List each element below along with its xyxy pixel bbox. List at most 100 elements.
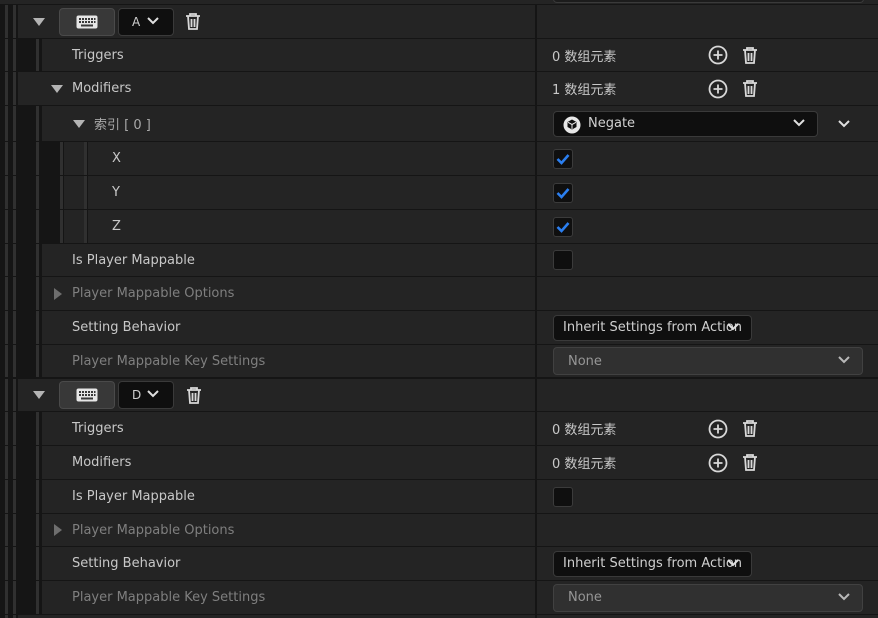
clear-triggers-button[interactable] xyxy=(739,44,761,66)
chevron-down-icon xyxy=(147,390,159,398)
mapping-header-a: A xyxy=(0,5,878,38)
add-trigger-button[interactable] xyxy=(707,44,729,66)
checkmark-icon xyxy=(556,153,570,165)
modifier-class-value: Negate xyxy=(588,116,636,131)
key-settings-dropdown[interactable]: None xyxy=(553,583,863,612)
modifier-index-label: 索引 [ 0 ] xyxy=(94,118,151,133)
trash-icon xyxy=(743,454,757,471)
triggers-row-a: Triggers 0 数组元素 xyxy=(0,39,878,71)
chevron-down-icon xyxy=(793,118,805,126)
setting-behavior-label: Setting Behavior xyxy=(72,320,181,335)
key-settings-value: None xyxy=(568,353,602,369)
remove-mapping-button[interactable] xyxy=(183,384,205,406)
is-player-mappable-row-a: Is Player Mappable xyxy=(0,244,878,276)
expand-arrow-icon[interactable] xyxy=(73,119,85,128)
setting-behavior-label: Setting Behavior xyxy=(72,556,181,571)
modifier-class-dropdown[interactable]: Negate xyxy=(553,110,818,137)
clear-modifiers-button[interactable] xyxy=(739,78,761,100)
remove-mapping-button[interactable] xyxy=(182,11,204,33)
is-player-mappable-label: Is Player Mappable xyxy=(72,489,195,504)
axis-z-checkbox[interactable] xyxy=(553,216,573,237)
axis-y-checkbox[interactable] xyxy=(553,182,573,203)
is-player-mappable-row-d: Is Player Mappable xyxy=(0,480,878,513)
expand-arrow-icon[interactable] xyxy=(51,84,63,93)
modifiers-label: Modifiers xyxy=(72,455,132,470)
trash-icon xyxy=(743,80,757,97)
plus-circle-icon xyxy=(708,453,728,472)
is-player-mappable-checkbox[interactable] xyxy=(553,250,573,270)
trash-icon xyxy=(186,13,200,30)
element-options-button[interactable] xyxy=(833,113,855,135)
previous-dropdown-remnant xyxy=(553,0,864,3)
axis-x-checkbox[interactable] xyxy=(553,148,573,169)
axis-row-x: X xyxy=(0,142,878,175)
triggers-count: 0 数组元素 xyxy=(552,49,617,65)
keyboard-key-selector-button[interactable] xyxy=(59,7,115,36)
chevron-down-icon xyxy=(838,119,850,127)
player-mappable-options-row-a: Player Mappable Options xyxy=(0,277,878,310)
player-mappable-options-label: Player Mappable Options xyxy=(72,522,235,538)
key-label: A xyxy=(132,14,141,29)
checkmark-icon xyxy=(556,187,570,199)
key-settings-label: Player Mappable Key Settings xyxy=(72,590,266,605)
trash-icon xyxy=(743,420,757,437)
modifiers-count: 1 数组元素 xyxy=(552,83,617,98)
expand-arrow-icon[interactable] xyxy=(33,391,45,399)
triggers-row-d: Triggers 0 数组元素 xyxy=(0,412,878,445)
trash-icon xyxy=(187,386,201,404)
expand-arrow-icon[interactable] xyxy=(54,287,62,300)
chevron-down-icon xyxy=(838,356,850,364)
player-mappable-options-label: Player Mappable Options xyxy=(72,286,235,301)
chevron-down-icon xyxy=(727,322,739,330)
plus-circle-icon xyxy=(708,45,728,65)
plus-circle-icon xyxy=(708,79,728,98)
key-dropdown[interactable]: D xyxy=(118,381,174,409)
is-player-mappable-label: Is Player Mappable xyxy=(72,252,195,268)
keyboard-icon xyxy=(76,388,98,402)
checkmark-icon xyxy=(556,221,570,233)
chevron-down-icon xyxy=(147,16,159,24)
player-mappable-options-row-d: Player Mappable Options xyxy=(0,514,878,546)
keyboard-key-selector-button[interactable] xyxy=(59,381,115,409)
chevron-down-icon xyxy=(727,558,739,566)
key-settings-row-a: Player Mappable Key Settings None xyxy=(0,345,878,377)
axis-label-y: Y xyxy=(112,185,120,200)
clear-triggers-button[interactable] xyxy=(739,418,761,440)
axis-label-x: X xyxy=(112,151,121,166)
triggers-label: Triggers xyxy=(72,421,124,436)
triggers-count: 0 数组元素 xyxy=(552,423,617,438)
key-settings-row-d: Player Mappable Key Settings None xyxy=(0,581,878,614)
axis-label-z: Z xyxy=(112,219,121,234)
key-settings-value: None xyxy=(568,590,602,605)
add-modifier-button[interactable] xyxy=(707,452,729,474)
setting-behavior-value: Inherit Settings from Action xyxy=(563,556,743,571)
add-trigger-button[interactable] xyxy=(707,418,729,440)
modifiers-row-d: Modifiers 0 数组元素 xyxy=(0,446,878,479)
is-player-mappable-checkbox[interactable] xyxy=(553,486,573,507)
axis-row-y: Y xyxy=(0,176,878,209)
setting-behavior-row-a: Setting Behavior Inherit Settings from A… xyxy=(0,311,878,344)
setting-behavior-dropdown[interactable]: Inherit Settings from Action xyxy=(553,314,752,341)
keyboard-icon xyxy=(76,15,98,28)
key-dropdown[interactable]: A xyxy=(118,7,174,36)
modifiers-row-a: Modifiers 1 数组元素 xyxy=(0,72,878,105)
modifier-class-icon xyxy=(563,116,581,133)
clear-modifiers-button[interactable] xyxy=(739,452,761,474)
expand-arrow-icon[interactable] xyxy=(54,524,62,536)
key-settings-label: Player Mappable Key Settings xyxy=(72,353,266,369)
trash-icon xyxy=(743,46,757,64)
setting-behavior-value: Inherit Settings from Action xyxy=(563,320,743,335)
modifier-index-row: 索引 [ 0 ] Negate xyxy=(0,106,878,141)
previous-row-remnant xyxy=(0,0,878,4)
expand-arrow-icon[interactable] xyxy=(33,17,45,26)
plus-circle-icon xyxy=(708,419,728,438)
setting-behavior-dropdown[interactable]: Inherit Settings from Action xyxy=(553,550,752,577)
mapping-header-d: D xyxy=(0,379,878,411)
key-label: D xyxy=(132,388,142,402)
key-settings-dropdown[interactable]: None xyxy=(553,347,863,375)
add-modifier-button[interactable] xyxy=(707,78,729,100)
modifiers-label: Modifiers xyxy=(72,81,132,96)
modifiers-count: 0 数组元素 xyxy=(552,457,617,472)
chevron-down-icon xyxy=(838,592,850,600)
triggers-label: Triggers xyxy=(72,47,124,63)
